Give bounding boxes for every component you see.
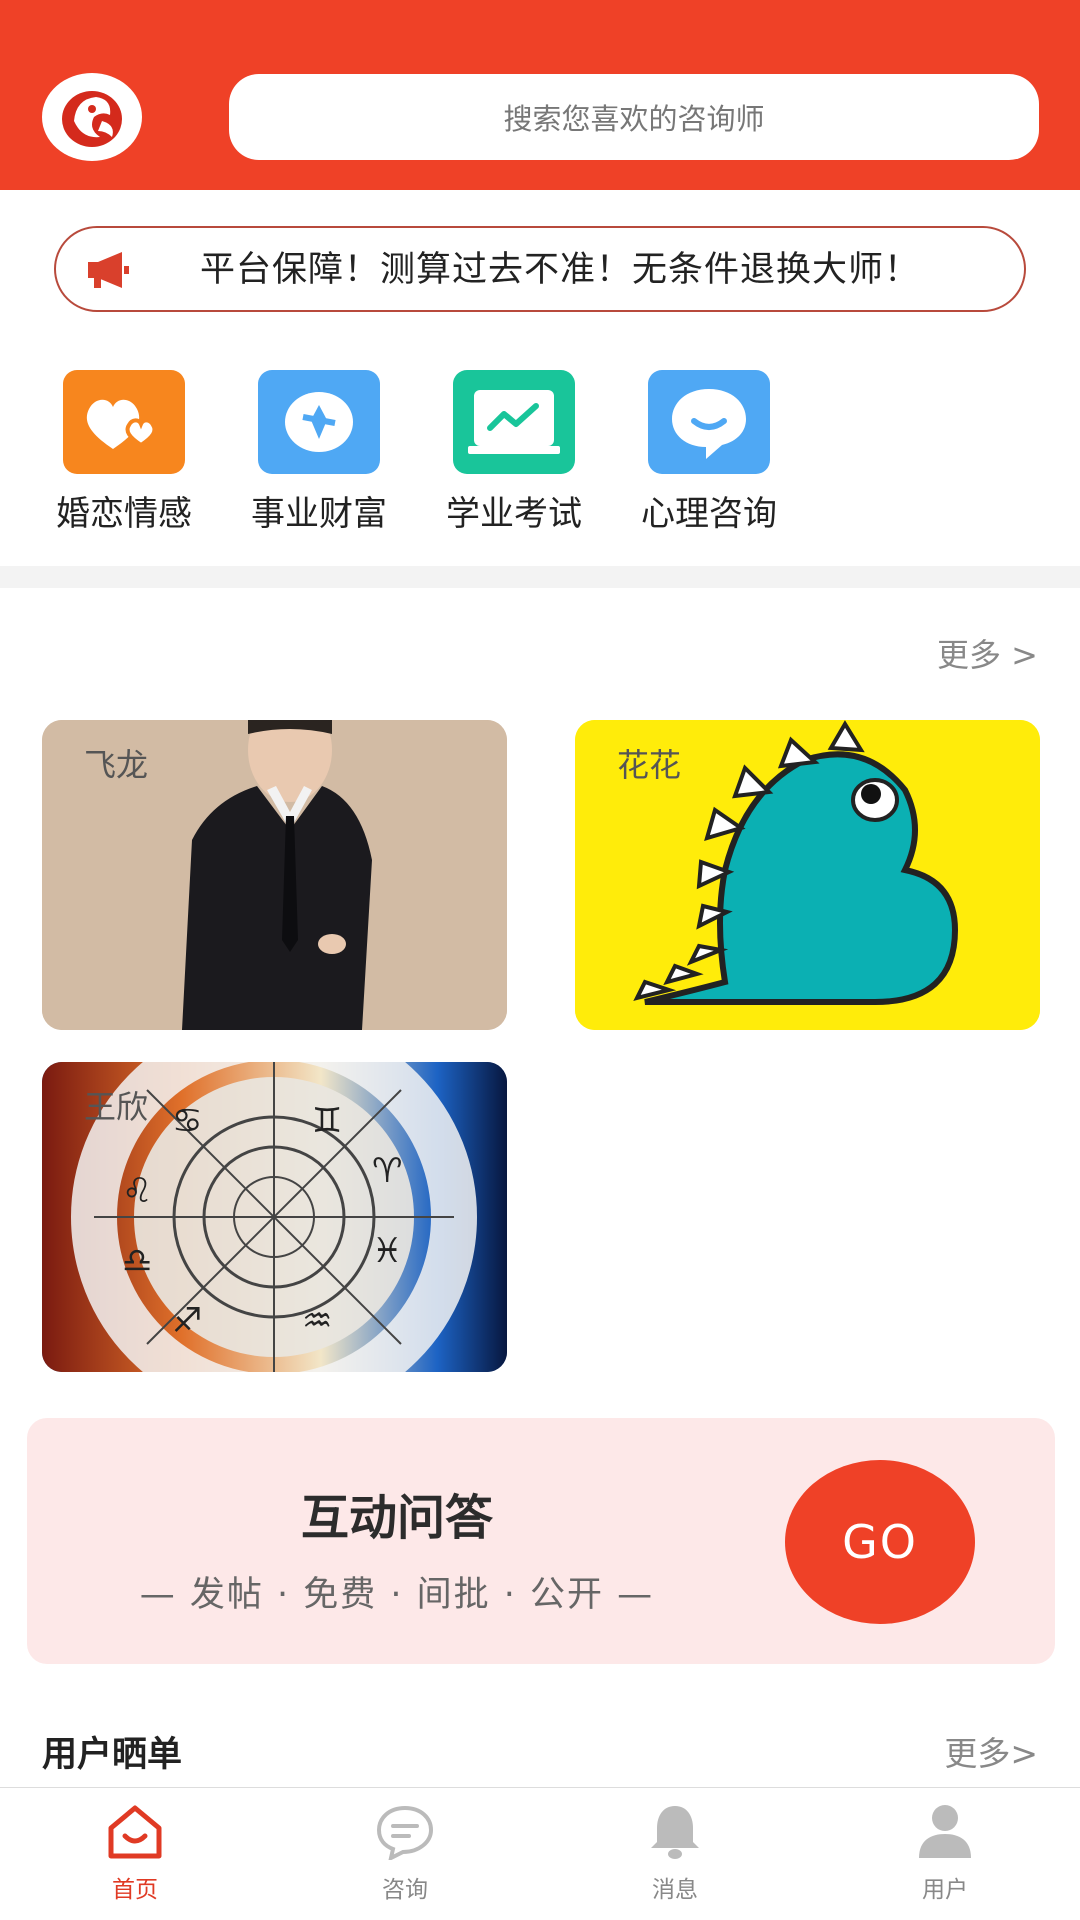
tab-label: 咨询 <box>382 1877 428 1903</box>
category-tile <box>258 370 380 474</box>
notice-text: 平台保障！测算过去不准！无条件退换大师！ <box>200 250 921 290</box>
category-love[interactable]: 婚恋情感 <box>44 370 204 535</box>
category-tile <box>648 370 770 474</box>
tab-messages[interactable]: 消息 <box>605 1802 745 1904</box>
hearts-icon <box>86 399 157 449</box>
category-study[interactable]: 学业考试 <box>434 370 594 535</box>
tab-home[interactable]: 首页 <box>65 1802 205 1904</box>
category-label: 事业财富 <box>251 494 387 534</box>
reviews-title: 用户晒单 <box>42 1735 183 1775</box>
consultants-more-link[interactable]: 更多 > <box>937 630 1038 676</box>
tab-label: 首页 <box>112 1877 158 1903</box>
user-icon <box>919 1805 971 1858</box>
consultant-card[interactable]: 花花 <box>575 720 1040 1030</box>
consultant-name: 花花 <box>617 746 682 784</box>
tab-label: 用户 <box>922 1877 968 1903</box>
chat-bubble-icon <box>672 389 746 459</box>
bird-logo-icon <box>62 91 122 147</box>
svg-text:♐: ♐ <box>172 1301 202 1341</box>
tab-consult[interactable]: 咨询 <box>335 1802 475 1904</box>
chat-icon <box>376 1805 434 1862</box>
consultant-name: 飞龙 <box>84 746 149 784</box>
svg-text:♎: ♎ <box>122 1241 152 1281</box>
svg-text:♈: ♈ <box>372 1151 402 1191</box>
category-label: 心理咨询 <box>641 494 777 534</box>
svg-text:♒: ♒ <box>302 1301 332 1341</box>
tab-label: 消息 <box>652 1877 698 1903</box>
svg-text:♋: ♋ <box>172 1101 202 1141</box>
category-tile <box>453 370 575 474</box>
category-label: 学业考试 <box>446 494 582 534</box>
diamond-icon <box>285 392 353 452</box>
chart-icon <box>468 390 560 454</box>
svg-text:♓: ♓ <box>372 1231 402 1271</box>
app-logo[interactable] <box>42 73 142 161</box>
go-button[interactable]: GO <box>785 1460 975 1624</box>
search-placeholder: 搜索您喜欢的咨询师 <box>503 102 765 136</box>
reviews-more-link[interactable]: 更多> <box>944 1727 1038 1775</box>
home-icon <box>108 1805 162 1859</box>
app-header: 搜索您喜欢的咨询师 <box>0 0 1080 190</box>
tab-user[interactable]: 用户 <box>875 1802 1015 1904</box>
bottom-tab-bar: 首页 咨询 消息 用户 <box>0 1787 1080 1920</box>
section-divider <box>0 566 1080 588</box>
search-input[interactable]: 搜索您喜欢的咨询师 <box>229 74 1039 160</box>
consultant-name: 王欣 <box>84 1088 149 1126</box>
qa-subtitle: — 发帖 · 免费 · 间批 · 公开 — <box>139 1575 655 1615</box>
megaphone-icon <box>88 252 129 288</box>
notice-bar[interactable]: 平台保障！测算过去不准！无条件退换大师！ <box>54 226 1026 312</box>
consultant-card[interactable]: ♋ ♊ ♈ ♓ ♌ ♎ ♐ ♒ 王欣 <box>42 1062 507 1372</box>
category-psychology[interactable]: 心理咨询 <box>629 370 789 535</box>
category-career[interactable]: 事业财富 <box>239 370 399 535</box>
category-tile <box>63 370 185 474</box>
svg-text:♌: ♌ <box>122 1171 152 1211</box>
category-label: 婚恋情感 <box>56 494 192 534</box>
qa-banner[interactable]: 互动问答 — 发帖 · 免费 · 间批 · 公开 — GO <box>27 1418 1055 1664</box>
svg-text:♊: ♊ <box>312 1101 342 1141</box>
consultant-card[interactable]: 飞龙 <box>42 720 507 1030</box>
bell-icon <box>651 1806 699 1859</box>
qa-title: 互动问答 <box>300 1490 493 1546</box>
